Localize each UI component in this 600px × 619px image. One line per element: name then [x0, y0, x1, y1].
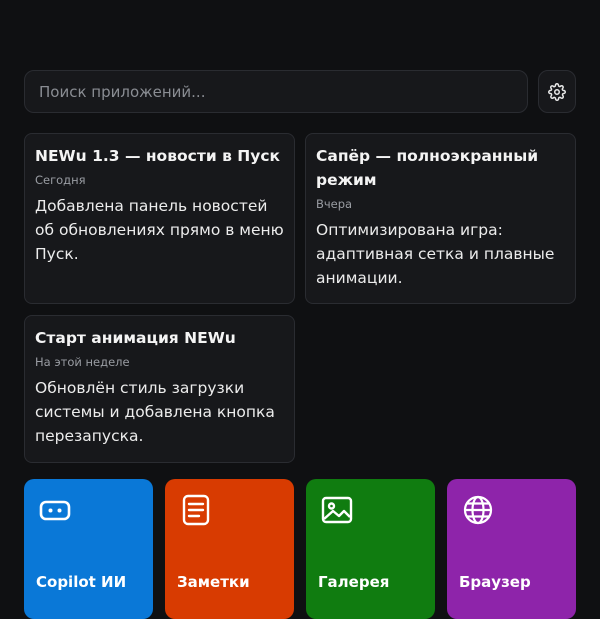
app-tile-label: Браузер: [459, 573, 531, 591]
settings-button[interactable]: [538, 70, 576, 113]
news-card[interactable]: Сапёр — полноэкранный режим Вчера Оптими…: [305, 133, 576, 304]
notes-icon: [182, 494, 210, 526]
search-input[interactable]: [25, 71, 527, 112]
news-date: На этой неделе: [35, 355, 130, 369]
app-tile-label: Галерея: [318, 573, 390, 591]
news-card[interactable]: NEWu 1.3 — новости в Пуск Сегодня Добавл…: [24, 133, 295, 304]
news-body: Оптимизирована игра: адаптивная сетка и …: [316, 221, 555, 287]
news-body: Обновлён стиль загрузки системы и добавл…: [35, 379, 275, 445]
news-card[interactable]: Старт анимация NEWu На этой неделе Обнов…: [24, 315, 295, 463]
app-tile-gallery[interactable]: Галерея: [306, 479, 435, 619]
search-row: [24, 70, 576, 115]
gallery-icon: [321, 496, 353, 524]
news-title: Сапёр — полноэкранный режим: [316, 147, 539, 189]
news-body: Добавлена панель новостей об обновлениях…: [35, 197, 284, 263]
search-box[interactable]: [24, 70, 528, 113]
app-tile-notes[interactable]: Заметки: [165, 479, 294, 619]
app-tile-label: Заметки: [177, 573, 250, 591]
globe-icon: [463, 495, 493, 525]
app-tile-copilot[interactable]: Copilot ИИ: [24, 479, 153, 619]
news-title: Старт анимация NEWu: [35, 329, 236, 347]
news-title: NEWu 1.3 — новости в Пуск: [35, 147, 281, 165]
news-date: Сегодня: [35, 173, 86, 187]
gear-icon: [548, 82, 566, 101]
app-tile-browser[interactable]: Браузер: [447, 479, 576, 619]
app-tile-label: Copilot ИИ: [36, 573, 127, 591]
news-date: Вчера: [316, 197, 353, 211]
copilot-icon: [39, 500, 71, 521]
